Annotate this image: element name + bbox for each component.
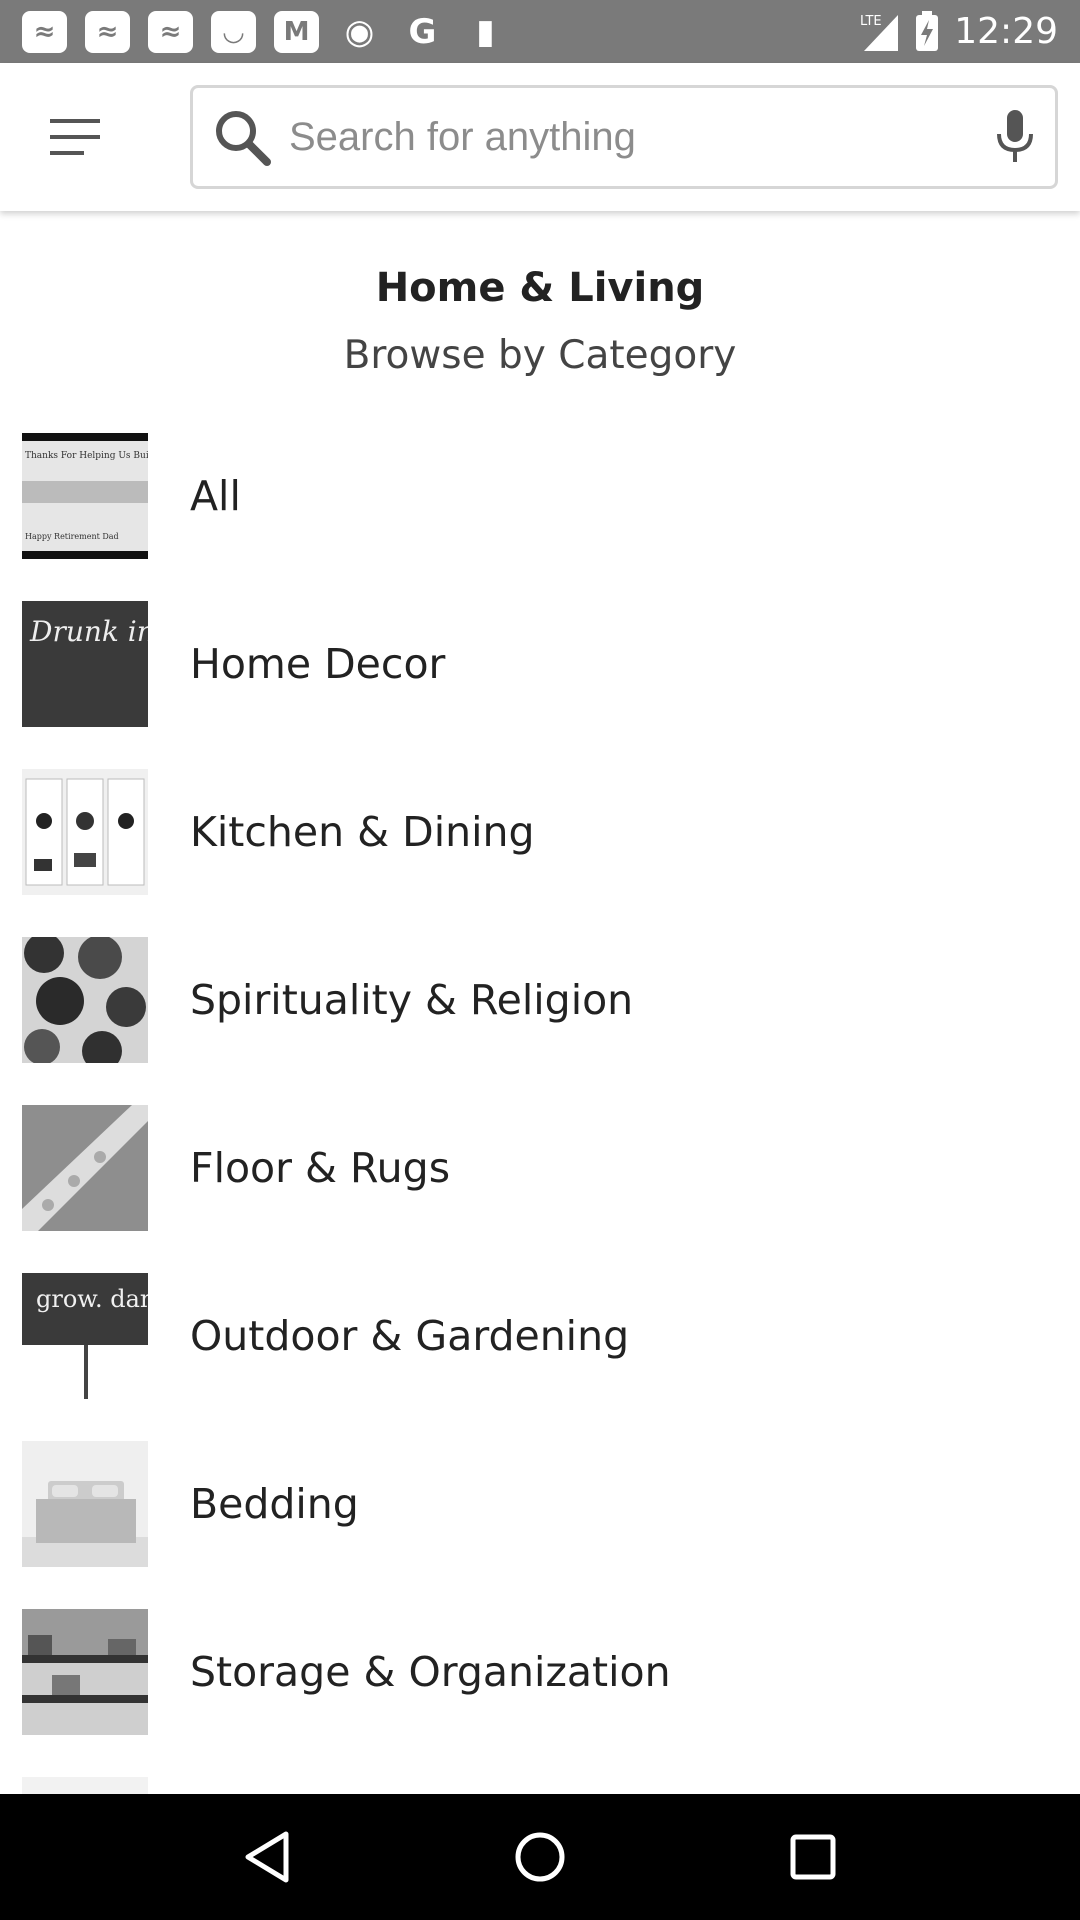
svg-text:Thanks For Helping Us Build: Thanks For Helping Us Build xyxy=(25,451,148,461)
category-thumbnail xyxy=(22,937,148,1063)
category-thumbnail xyxy=(22,769,148,895)
category-label: Spirituality & Religion xyxy=(190,976,634,1024)
system-status: LTE 12:29 xyxy=(860,10,1058,53)
category-label: Floor & Rugs xyxy=(190,1144,451,1192)
hamburger-menu-icon xyxy=(50,119,100,155)
search-box[interactable] xyxy=(190,85,1058,189)
category-thumbnail: grow. dammit. xyxy=(22,1273,148,1399)
microphone-icon[interactable] xyxy=(995,110,1035,164)
app-bar xyxy=(0,63,1080,211)
category-label: Home Decor xyxy=(190,640,446,688)
category-item-partial[interactable] xyxy=(0,1756,1080,1794)
page-subtitle: Browse by Category xyxy=(343,333,737,378)
back-triangle-icon xyxy=(245,1831,289,1883)
recents-button[interactable] xyxy=(763,1807,863,1907)
category-label: Bedding xyxy=(190,1480,359,1528)
category-item-kitchen-dining[interactable]: Kitchen & Dining xyxy=(0,748,1080,916)
home-circle-icon xyxy=(515,1832,565,1882)
category-thumbnail xyxy=(22,1441,148,1567)
smile-icon: ◡ xyxy=(211,10,256,53)
home-button[interactable] xyxy=(490,1807,590,1907)
category-item-floor-rugs[interactable]: Floor & Rugs xyxy=(0,1084,1080,1252)
category-label: All xyxy=(190,472,241,520)
system-nav-bar xyxy=(0,1794,1080,1920)
search-input[interactable] xyxy=(289,114,995,160)
svg-text:LTE: LTE xyxy=(860,14,882,29)
news-icon: ≈ xyxy=(22,10,67,53)
category-thumbnail xyxy=(22,1777,148,1794)
clock: 12:29 xyxy=(954,11,1058,52)
sd-card-icon: ▮ xyxy=(476,11,495,52)
notification-icons: ≈ ≈ ≈ ◡ M ◉ G ▮ xyxy=(22,10,508,53)
category-label: Outdoor & Gardening xyxy=(190,1312,630,1360)
category-label: Storage & Organization xyxy=(190,1648,671,1696)
svg-text:grow. dammit.: grow. dammit. xyxy=(36,1285,148,1313)
category-list: Thanks For Helping Us Build Happy Retire… xyxy=(0,412,1080,1794)
category-item-bedding[interactable]: Bedding xyxy=(0,1420,1080,1588)
news-icon: ≈ xyxy=(85,10,130,53)
google-icon: G xyxy=(408,11,437,52)
category-thumbnail: Drunk in love xyxy=(22,601,148,727)
magnifier-icon xyxy=(216,111,271,166)
news-icon: ≈ xyxy=(148,10,193,53)
category-item-home-decor[interactable]: Drunk in love Home Decor xyxy=(0,580,1080,748)
svg-text:Drunk in love: Drunk in love xyxy=(29,615,148,648)
battery-charging-icon xyxy=(916,10,939,51)
category-item-all[interactable]: Thanks For Helping Us Build Happy Retire… xyxy=(0,412,1080,580)
category-thumbnail: Thanks For Helping Us Build Happy Retire… xyxy=(22,433,148,559)
svg-text:Happy Retirement Dad: Happy Retirement Dad xyxy=(25,532,119,541)
category-item-spirituality-religion[interactable]: Spirituality & Religion xyxy=(0,916,1080,1084)
gmail-icon: M xyxy=(274,10,319,53)
category-browser: Home & Living Browse by Category Thanks … xyxy=(0,211,1080,1794)
category-thumbnail xyxy=(22,1105,148,1231)
category-item-storage-organization[interactable]: Storage & Organization xyxy=(0,1588,1080,1756)
category-thumbnail xyxy=(22,1609,148,1735)
status-bar: ≈ ≈ ≈ ◡ M ◉ G ▮ LTE 12:29 xyxy=(0,0,1080,63)
page-heading: Home & Living Browse by Category xyxy=(0,265,1080,378)
eye-icon: ◉ xyxy=(344,11,375,52)
menu-button[interactable] xyxy=(0,63,150,211)
back-button[interactable] xyxy=(217,1807,317,1907)
page-title: Home & Living xyxy=(375,265,705,311)
lte-signal-icon: LTE xyxy=(860,14,899,51)
category-label: Kitchen & Dining xyxy=(190,808,535,856)
category-item-outdoor-gardening[interactable]: grow. dammit. Outdoor & Gardening xyxy=(0,1252,1080,1420)
recents-square-icon xyxy=(790,1834,836,1880)
